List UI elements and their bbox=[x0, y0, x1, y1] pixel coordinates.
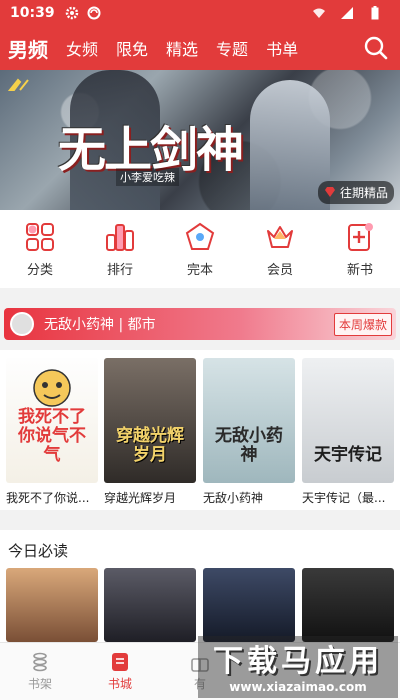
sync-icon bbox=[87, 6, 101, 20]
tab-booklists[interactable]: 书单 bbox=[266, 36, 298, 60]
book-cover: 无敌小药神 bbox=[203, 358, 295, 483]
banner-badge-label: 往期精品 bbox=[339, 186, 388, 200]
tab-male[interactable]: 男频 bbox=[8, 34, 48, 63]
book-card[interactable]: 我死不了你说气不气 我死不了你说... bbox=[6, 358, 98, 506]
book-title: 我死不了你说... bbox=[6, 491, 90, 505]
book-cover: 穿越光辉岁月 bbox=[104, 358, 196, 483]
banner-badge[interactable]: 往期精品 bbox=[317, 181, 394, 204]
daily-must-read-section: 今日必读 bbox=[0, 530, 400, 642]
category-shortcuts: 分类 排行 完本 会员 新书 bbox=[0, 210, 400, 288]
ranking-icon bbox=[106, 223, 134, 251]
nav-bookshelf[interactable]: 书架 bbox=[0, 643, 80, 700]
nav-bookshelf-label: 书架 bbox=[27, 677, 52, 691]
bookstore-icon bbox=[112, 653, 128, 671]
book-card[interactable]: 穿越光辉岁月 穿越光辉岁月 bbox=[104, 358, 196, 506]
hot-book-avatar bbox=[10, 312, 34, 336]
status-bar: 10:39 bbox=[0, 0, 400, 26]
daily-book-cover[interactable] bbox=[6, 568, 98, 642]
grid-icon bbox=[26, 222, 54, 251]
channel-tabs: 男频 女频 限免 精选 专题 书单 bbox=[0, 26, 400, 70]
weekly-hot-badge: 本周爆款 bbox=[333, 312, 392, 336]
section-heading: 今日必读 bbox=[8, 542, 69, 560]
battery-icon bbox=[368, 6, 382, 20]
bookshelf-icon bbox=[33, 652, 47, 672]
watermark-url: www.xiazaimao.com bbox=[229, 680, 367, 694]
shortcut-new-books-label: 新书 bbox=[346, 262, 373, 278]
pentagon-icon bbox=[185, 222, 215, 250]
tab-topics[interactable]: 专题 bbox=[216, 36, 248, 60]
publisher-logo bbox=[7, 78, 30, 95]
daily-book-cover[interactable] bbox=[203, 568, 295, 642]
shortcut-vip[interactable]: 会员 bbox=[250, 221, 310, 278]
signal-icon bbox=[340, 6, 354, 20]
book-cover-title: 天宇传记 bbox=[314, 445, 382, 465]
crown-icon bbox=[267, 225, 293, 248]
status-time: 10:39 bbox=[10, 5, 55, 21]
book-title: 穿越光辉岁月 bbox=[104, 491, 177, 505]
watermark-overlay: 下载马应用 www.xiazaimao.com bbox=[198, 636, 398, 698]
cartoon-face-icon bbox=[33, 369, 71, 407]
banner-author: 小李爱吃辣 bbox=[116, 168, 179, 186]
search-icon[interactable] bbox=[362, 34, 390, 62]
shortcut-category-label: 分类 bbox=[26, 262, 53, 278]
nav-bookstore-label: 书城 bbox=[107, 677, 132, 691]
shortcut-completed-label: 完本 bbox=[186, 262, 213, 278]
book-cover: 天宇传记 bbox=[302, 358, 394, 483]
book-title: 天宇传记（最... bbox=[302, 491, 386, 505]
daily-book-cover[interactable] bbox=[302, 568, 394, 642]
shortcut-category[interactable]: 分类 bbox=[10, 221, 70, 278]
watermark-title: 下载马应用 bbox=[213, 644, 383, 679]
book-cover-title: 无敌小药神 bbox=[215, 426, 283, 465]
book-cover-title: 穿越光辉岁月 bbox=[116, 426, 184, 465]
shortcut-vip-label: 会员 bbox=[266, 262, 293, 278]
settings-gear-icon bbox=[65, 6, 79, 20]
daily-book-cover[interactable] bbox=[104, 568, 196, 642]
tab-featured[interactable]: 精选 bbox=[166, 36, 198, 60]
book-title: 无敌小药神 bbox=[203, 491, 264, 505]
wifi-icon bbox=[312, 6, 326, 20]
tab-female[interactable]: 女频 bbox=[66, 36, 98, 60]
shortcut-completed[interactable]: 完本 bbox=[170, 221, 230, 278]
tab-free[interactable]: 限免 bbox=[116, 36, 148, 60]
shortcut-ranking-label: 排行 bbox=[106, 262, 133, 278]
shortcut-ranking[interactable]: 排行 bbox=[90, 221, 150, 278]
nav-bookstore[interactable]: 书城 bbox=[80, 643, 160, 700]
book-card[interactable]: 天宇传记 天宇传记（最... bbox=[302, 358, 394, 506]
weekly-hot-strip[interactable]: 无敌小药神 | 都市 本周爆款 bbox=[4, 308, 396, 340]
hot-book-title: 无敌小药神 | 都市 bbox=[44, 317, 156, 333]
promo-banner[interactable]: 无上剑神 小李爱吃辣 往期精品 bbox=[0, 70, 400, 210]
book-cover: 我死不了你说气不气 bbox=[6, 358, 98, 483]
new-book-icon bbox=[348, 222, 373, 251]
book-list: 我死不了你说气不气 我死不了你说... 穿越光辉岁月 穿越光辉岁月 无敌小药神 … bbox=[0, 350, 400, 510]
book-cover-title: 我死不了你说气不气 bbox=[18, 407, 86, 465]
diamond-icon bbox=[324, 186, 336, 200]
shortcut-new-books[interactable]: 新书 bbox=[330, 221, 390, 278]
book-card[interactable]: 无敌小药神 无敌小药神 bbox=[203, 358, 295, 506]
